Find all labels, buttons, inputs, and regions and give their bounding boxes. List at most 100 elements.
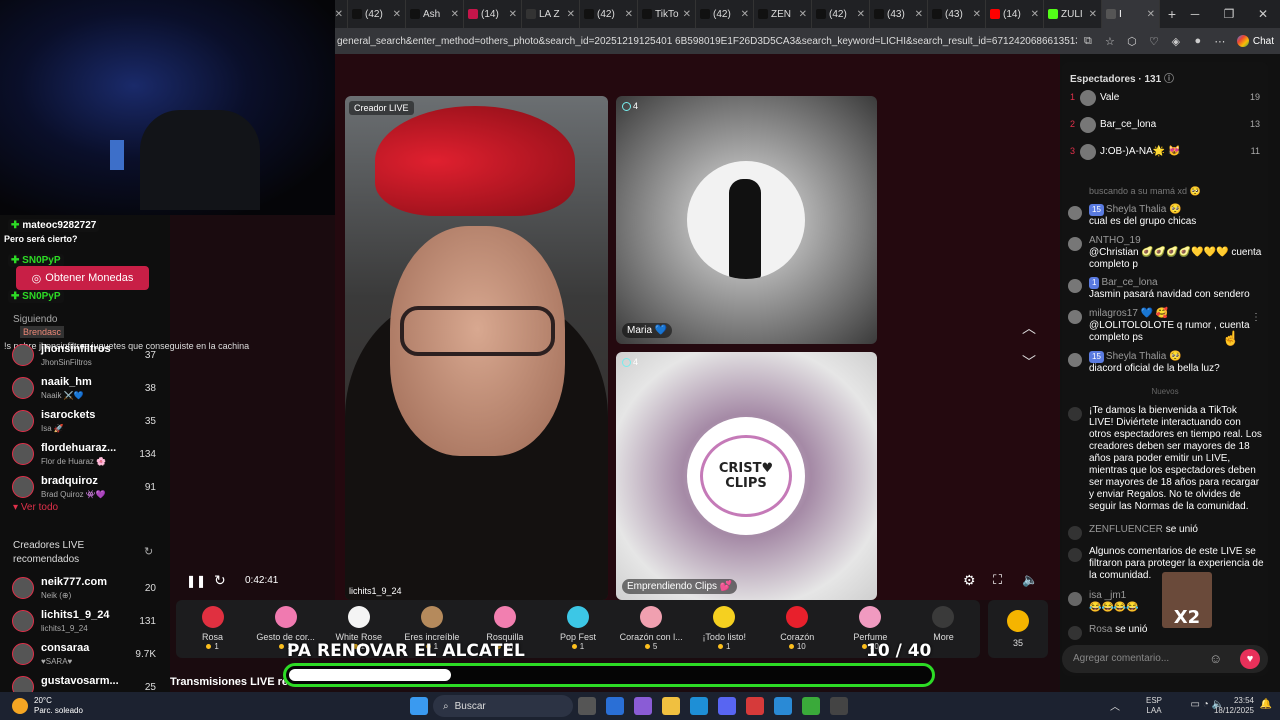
close-tab-icon[interactable]: ✕ (683, 9, 691, 20)
clock[interactable]: 23:54 18/12/2025 (1214, 696, 1254, 716)
chat-message[interactable]: ANTHO_19 @Christian 🥑🥑🥑🥑💛💛💛 cuenta comple… (1068, 235, 1264, 271)
browser-tab[interactable]: LA Z ✕ (522, 0, 580, 28)
file-explorer-icon[interactable] (662, 697, 680, 715)
browser-tab[interactable]: ZULI ✕ (1044, 0, 1102, 28)
browser-tab[interactable]: I ✕ (1102, 0, 1160, 28)
browser-tab[interactable]: (42) ✕ (348, 0, 406, 28)
taskbar-search[interactable]: ⌕ Buscar (433, 695, 573, 717)
app-icon-blue[interactable] (774, 697, 792, 715)
restore-icon[interactable]: ❐ (1212, 0, 1246, 28)
collections-icon[interactable]: ♡ (1143, 35, 1165, 48)
coin-icon: ◎ (31, 272, 42, 285)
url-field[interactable]: general_search&enter_method=others_photo… (335, 36, 1077, 47)
creator-list-item[interactable]: lichits1_9_24 lichits1_9_24 131 (10, 608, 160, 638)
tab-favicon-icon (932, 9, 942, 19)
chevron-up-icon[interactable]: ︿ (1022, 318, 1036, 338)
comment-input-box[interactable]: Agregar comentario... ☺ ♥ (1062, 645, 1268, 673)
creator-list-item[interactable]: naaik_hm Naaik ⚔️💙 38 (10, 375, 160, 405)
tray-chevron-icon[interactable]: ︿ (1110, 698, 1120, 713)
close-tab-icon[interactable]: ✕ (625, 9, 633, 20)
browser-tab[interactable]: (14) ✕ (464, 0, 522, 28)
guest-tile-maria[interactable]: 4 Maria 💙 (616, 96, 877, 344)
close-tab-icon[interactable]: ✕ (857, 9, 865, 20)
obtain-coins-button[interactable]: ◎ Obtener Monedas (16, 266, 149, 290)
creator-list-item[interactable]: jhonsinfiltros JhonSinFiltros 37 (10, 342, 160, 372)
browser-tab[interactable]: (42) ✕ (580, 0, 638, 28)
more-menu-icon[interactable]: ⋯ (1209, 35, 1231, 48)
browser-tab[interactable]: (14) ✕ (986, 0, 1044, 28)
close-tab-icon[interactable]: ✕ (567, 9, 575, 20)
creator-list-item[interactable]: consaraa ♥SARA♥ 9.7K (10, 641, 160, 671)
host-video-tile[interactable]: Creador LIVE lichits1_9_24 (345, 96, 608, 600)
coin-balance[interactable]: 35 (988, 600, 1048, 658)
chat-message[interactable]: 1 Bar_ce_lona Jasmin pasará navidad con se… (1068, 277, 1264, 301)
browser-tab[interactable]: TikTo ✕ (638, 0, 696, 28)
pause-icon[interactable]: ❚❚ (186, 574, 206, 588)
emoji-icon[interactable]: ☺ (1209, 651, 1222, 666)
gift-heart-icon[interactable]: ♥ (1240, 649, 1260, 669)
chat-message[interactable]: 15 Sheyla Thalia 🥺 diacord oficial de la b… (1068, 351, 1264, 375)
comment-input[interactable]: Agregar comentario... (1073, 653, 1169, 664)
minimize-icon[interactable]: ─ (1178, 0, 1212, 28)
chat-button[interactable]: Chat (1231, 35, 1280, 47)
settings-gear-icon[interactable]: ⚙ (963, 572, 976, 589)
creator-list-item[interactable]: bradquiroz Brad Quiroz 👾💜 91 (10, 474, 160, 504)
close-tab-icon[interactable]: ✕ (1147, 9, 1155, 20)
browser-tab[interactable]: (42) ✕ (696, 0, 754, 28)
replay-icon[interactable]: ↻ (214, 572, 226, 589)
top-spectator-row[interactable]: 2 Bar_ce_lona 13 (1070, 117, 1260, 137)
copilot-taskbar-icon[interactable] (634, 697, 652, 715)
volume-icon[interactable]: 🔈 (1022, 572, 1038, 588)
browser-tab[interactable]: (42) ✕ (812, 0, 870, 28)
see-all-link[interactable]: ▾ Ver todo (13, 502, 58, 513)
copilot-icon[interactable]: ◈ (1165, 35, 1187, 48)
browser-tab[interactable]: (43) ✕ (928, 0, 986, 28)
chevron-down-icon[interactable]: ﹀ (1022, 352, 1036, 372)
creator-list-item[interactable]: neik777.com Neik (⊕) 20 (10, 575, 160, 605)
creator-list-item[interactable]: isarockets Isa 🚀 35 (10, 408, 160, 438)
top-spectator-row[interactable]: 1 Vale 19 (1070, 90, 1260, 110)
chat-message[interactable]: 15 Sheyla Thalia 🥺 cual es del grupo chica… (1068, 204, 1264, 228)
close-tab-icon[interactable]: ✕ (915, 9, 923, 20)
message-more-icon[interactable]: ⋮ (1251, 312, 1261, 323)
obs-icon[interactable] (830, 697, 848, 715)
gift-item[interactable]: ¡Todo listo! 1 (688, 600, 761, 658)
bookmark-star-icon[interactable]: ☆ (1099, 35, 1121, 48)
gift-item[interactable]: Rosa 1 (176, 600, 249, 658)
close-tab-icon[interactable]: ✕ (799, 9, 807, 20)
app-icon-green[interactable] (802, 697, 820, 715)
store-icon[interactable] (606, 697, 624, 715)
close-tab-icon[interactable]: ✕ (393, 9, 401, 20)
gift-item[interactable]: Corazón 10 (761, 600, 834, 658)
open-in-app-icon[interactable]: ⧉ (1077, 35, 1099, 48)
fullscreen-icon[interactable]: ⛶ (993, 572, 1002, 588)
refresh-icon[interactable]: ↻ (144, 545, 153, 558)
profile-icon[interactable]: ● (1187, 35, 1209, 47)
browser-tab[interactable]: Ash ✕ (406, 0, 464, 28)
top-spectator-row[interactable]: 3 J:OB-)A-NA🌟 😻 11 (1070, 144, 1260, 164)
close-tab-icon[interactable]: ✕ (1031, 9, 1039, 20)
info-icon[interactable]: ⓘ (1164, 74, 1174, 85)
close-window-icon[interactable]: ✕ (1246, 0, 1280, 28)
extensions-icon[interactable]: ⬡ (1121, 35, 1143, 48)
app-icon-red[interactable] (746, 697, 764, 715)
browser-tab[interactable]: (43) ✕ (870, 0, 928, 28)
gift-item[interactable]: Pop Fest 1 (541, 600, 614, 658)
language-indicator[interactable]: ESP LAA (1146, 696, 1162, 716)
close-tab-icon[interactable]: ✕ (509, 9, 517, 20)
discord-icon[interactable] (718, 697, 736, 715)
gift-item[interactable]: Corazón con l... 5 (615, 600, 688, 658)
close-tab-icon[interactable]: ✕ (451, 9, 459, 20)
creator-list-item[interactable]: flordehuaraz... Flor de Huaraz 🌸 134 (10, 441, 160, 471)
guest-tile-clips[interactable]: 4 CRIST♥ CLIPS Emprendiendo Clips 💕 (616, 352, 877, 600)
browser-tab[interactable]: ZEN ✕ (754, 0, 812, 28)
task-view-icon[interactable] (578, 697, 596, 715)
close-tab-icon[interactable]: ✕ (1089, 9, 1097, 20)
close-tab-icon[interactable]: ✕ (973, 9, 981, 20)
close-tab-icon[interactable]: ✕ (741, 9, 749, 20)
windows-start-icon[interactable] (410, 697, 428, 715)
notification-bell-icon[interactable]: 🔔 (1260, 699, 1272, 710)
close-tab-icon[interactable]: ✕ (335, 9, 343, 20)
weather-widget[interactable]: 20°C Parc. soleado (0, 696, 150, 716)
edge-icon[interactable] (690, 697, 708, 715)
